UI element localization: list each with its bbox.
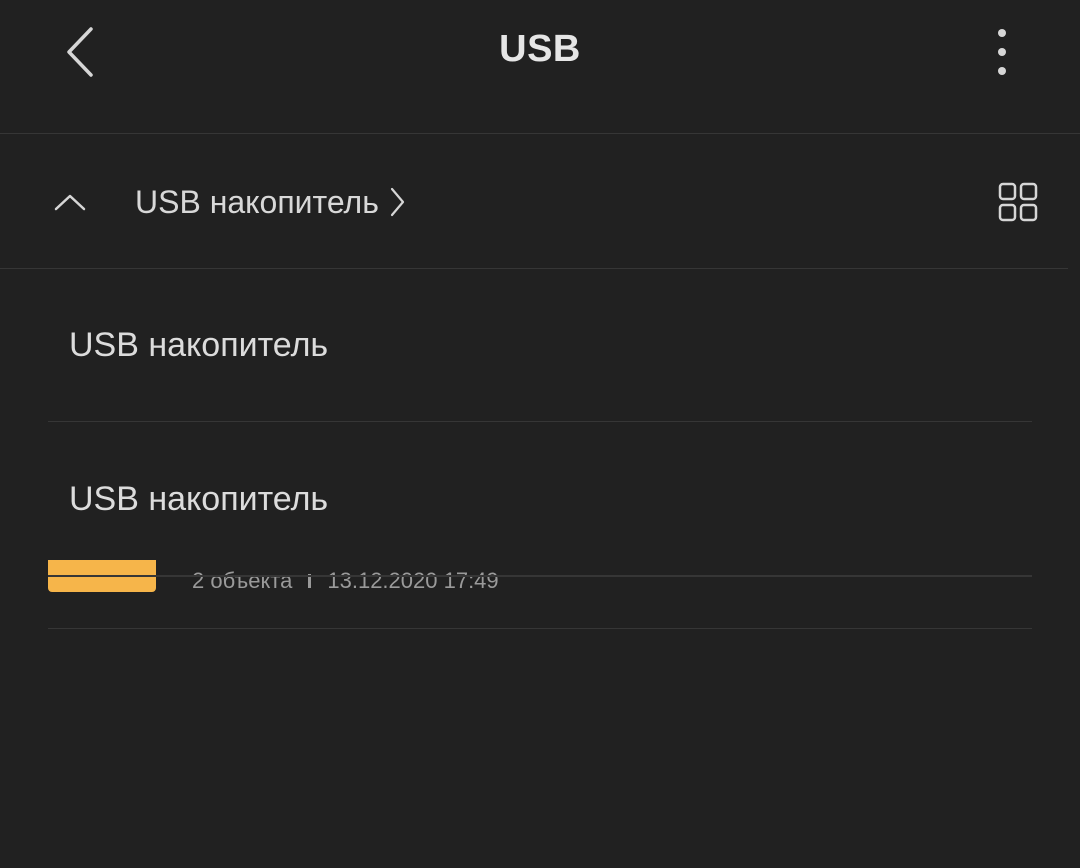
top-app-bar: USB	[0, 0, 1080, 134]
storage-option-usb-2[interactable]: USB накопитель	[48, 423, 1032, 576]
storage-option-label: USB накопитель	[69, 325, 329, 364]
path-bar: USB накопитель	[0, 134, 1068, 269]
menu-divider	[48, 576, 1032, 577]
storage-option-usb-1[interactable]: USB накопитель	[48, 269, 1032, 422]
more-vertical-icon	[998, 29, 1006, 75]
chevron-up-icon	[54, 194, 86, 211]
chevron-right-icon	[389, 187, 405, 217]
grid-view-icon	[998, 182, 1038, 222]
storage-option-label: USB накопитель	[69, 479, 329, 518]
breadcrumb[interactable]: USB накопитель	[135, 182, 405, 222]
view-mode-button[interactable]	[992, 178, 1044, 226]
collapse-storage-button[interactable]	[46, 182, 94, 222]
breadcrumb-label: USB накопитель	[135, 183, 379, 220]
more-options-button[interactable]	[980, 22, 1024, 82]
page-title: USB	[499, 28, 581, 70]
